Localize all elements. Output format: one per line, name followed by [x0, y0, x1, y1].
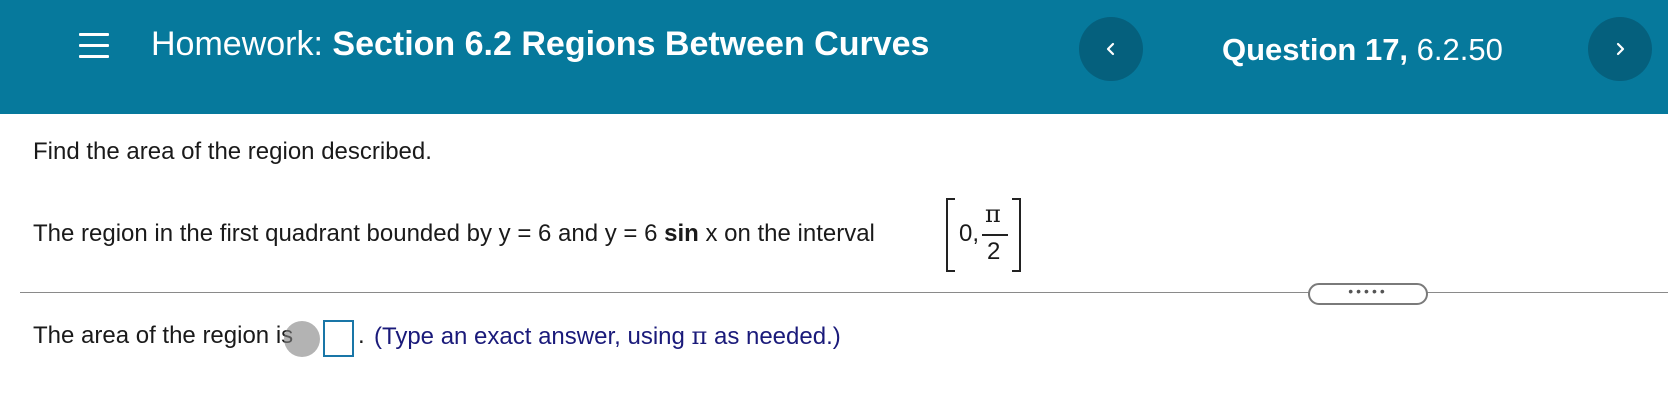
chevron-right-icon [1616, 42, 1625, 56]
fraction-numerator: π [985, 200, 1001, 228]
answer-prompt: The area of the region is [33, 322, 294, 349]
homework-title: Homework: Section 6.2 Regions Between Cu… [151, 25, 929, 64]
answer-period: . [358, 322, 365, 349]
question-number: Question 17, [1222, 32, 1409, 67]
hint-text-end: as needed.) [713, 323, 841, 350]
problem-text-end: x on the interval [705, 220, 875, 247]
previous-question-button[interactable] [1079, 17, 1143, 81]
problem-statement: The region in the first quadrant bounded… [33, 220, 875, 248]
top-bar: Homework: Section 6.2 Regions Between Cu… [0, 0, 1668, 114]
sin-function: sin [664, 220, 699, 247]
question-indicator: Question 17, 6.2.50 [1222, 32, 1503, 68]
left-bracket [946, 198, 955, 272]
menu-line [79, 44, 109, 47]
chevron-left-icon [1106, 42, 1115, 56]
homework-label: Homework: [151, 25, 323, 63]
next-question-button[interactable] [1588, 17, 1652, 81]
fraction-bar [982, 234, 1008, 236]
more-dots-icon: ••••• [1348, 283, 1388, 299]
interval-expression: 0, π 2 [946, 196, 1021, 272]
pi-symbol: π [691, 322, 708, 350]
right-bracket [1012, 198, 1021, 272]
menu-line [79, 33, 109, 36]
problem-text-start: The region in the first quadrant bounded… [33, 220, 658, 247]
hint-text-start: (Type an exact answer, using [374, 323, 685, 350]
show-more-button[interactable]: ••••• [1308, 283, 1428, 305]
hamburger-menu-icon[interactable] [79, 31, 109, 61]
answer-hint: (Type an exact answer, using π as needed… [374, 322, 841, 351]
answer-input[interactable] [323, 320, 354, 357]
instructions-text: Find the area of the region described. [33, 138, 432, 165]
mouse-cursor-indicator [284, 321, 320, 357]
menu-line [79, 55, 109, 58]
question-id: 6.2.50 [1416, 32, 1503, 67]
interval-start: 0, [959, 220, 980, 247]
fraction-denominator: 2 [987, 238, 1001, 265]
section-title: Section 6.2 Regions Between Curves [332, 25, 930, 63]
